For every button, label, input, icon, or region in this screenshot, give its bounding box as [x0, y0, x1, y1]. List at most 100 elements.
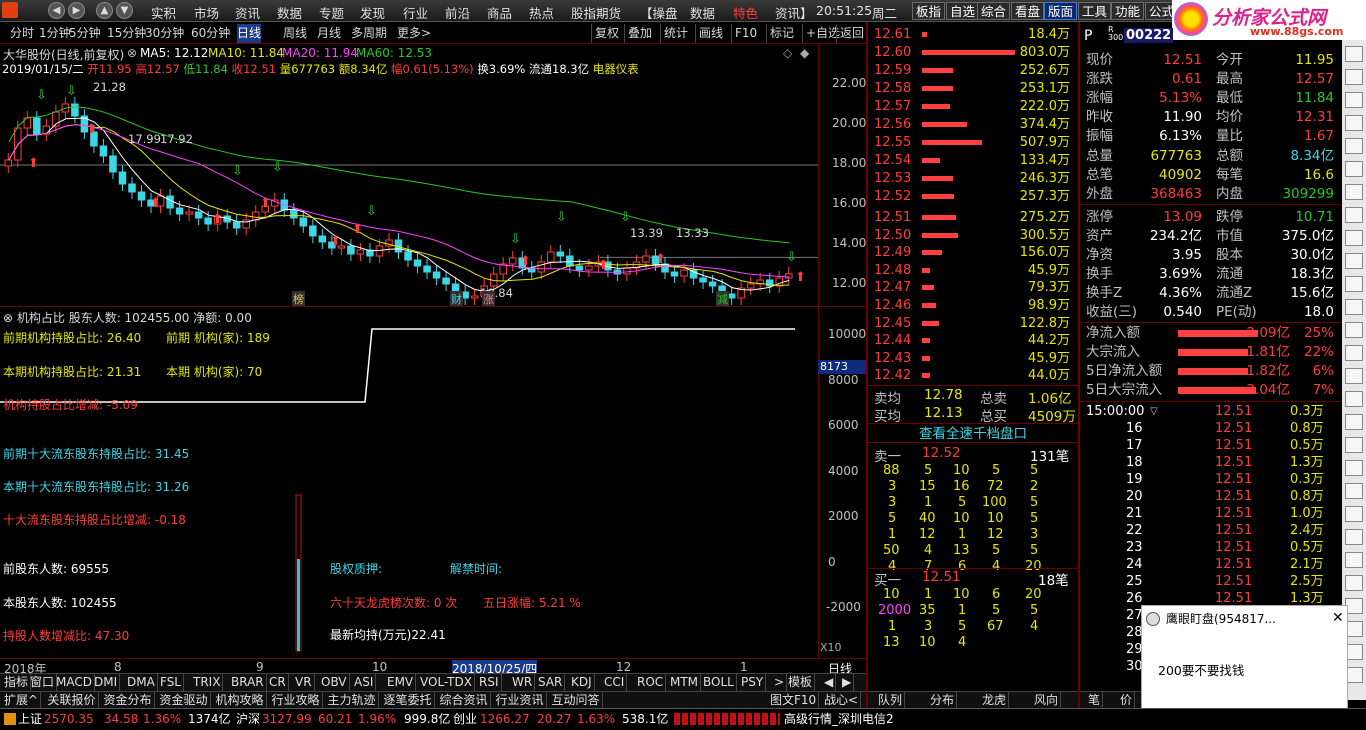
nav-item-9[interactable]: 热点	[529, 3, 554, 22]
indicator-tab-23[interactable]: >	[772, 674, 788, 691]
indicator-tab-3[interactable]: DMI	[92, 674, 121, 691]
settings-icon[interactable]	[1345, 437, 1363, 453]
book-tab-1[interactable]: 分布	[928, 692, 958, 709]
indicator-tab-5[interactable]: FSL	[158, 674, 184, 691]
indicator-tab-6[interactable]: TRIX	[191, 674, 224, 691]
indicator-tab-7[interactable]: BRAR	[229, 674, 267, 691]
bar-icon[interactable]	[1345, 115, 1363, 131]
toolbar-btn-5[interactable]: 标记	[766, 24, 794, 43]
scroll-right-icon[interactable]: ▶	[840, 674, 855, 691]
book-row-12[interactable]: 12.49 156.0万	[868, 244, 1074, 261]
indicator-tab-4[interactable]: DMA	[125, 674, 158, 691]
full-book-button[interactable]: 查看全速千档盘口	[868, 423, 1078, 443]
toolbar-btn-2[interactable]: 统计	[660, 24, 688, 43]
bottom-tab-7[interactable]: 逐笔委托	[382, 692, 435, 709]
list-icon[interactable]	[1345, 69, 1363, 85]
top-right-tab-3[interactable]: 看盘	[1011, 2, 1045, 20]
book-row-9[interactable]: 12.52 257.3万	[868, 188, 1074, 205]
nav-item-14[interactable]: 资讯】	[775, 3, 813, 22]
bottom-tab-10[interactable]: 互动问答	[550, 692, 603, 709]
bottom-tab-1[interactable]: 关联报价	[46, 692, 99, 709]
bottom-tab-0[interactable]: 扩展^	[2, 692, 42, 709]
indicator-tab-22[interactable]: PSY	[739, 674, 767, 691]
expand-icon[interactable]	[1345, 506, 1363, 522]
nav-item-1[interactable]: 市场	[194, 3, 219, 22]
nav-item-13[interactable]: 特色	[733, 3, 758, 22]
bottom-tab-2[interactable]: 资金分布	[102, 692, 155, 709]
sheet-icon[interactable]	[1345, 253, 1363, 269]
book-row-3[interactable]: 12.58 253.1万	[868, 80, 1074, 97]
book-row-1[interactable]: 12.60 803.0万	[868, 44, 1074, 61]
nav-item-6[interactable]: 行业	[403, 3, 428, 22]
indicator-tab-12[interactable]: EMV	[385, 674, 417, 691]
period-tab-1[interactable]: 1分钟	[39, 24, 71, 43]
nav-item-11[interactable]: 【操盘	[640, 3, 678, 22]
toolbar-btn-1[interactable]: 叠加	[624, 24, 652, 43]
scroll-left-icon[interactable]: ◀	[822, 674, 837, 691]
period-tab-0[interactable]: 分时	[10, 24, 34, 43]
book-tab-2[interactable]: 龙虎	[980, 692, 1010, 709]
nav-item-10[interactable]: 股指期货	[571, 3, 621, 22]
nav-item-7[interactable]: 前沿	[445, 3, 470, 22]
f10-tab[interactable]: 图文F10	[768, 692, 820, 709]
print-icon[interactable]	[1345, 552, 1363, 568]
period-tab-6[interactable]: 日线	[237, 24, 262, 43]
compare-icon[interactable]	[1345, 368, 1363, 384]
indicator-tab-21[interactable]: BOLL	[701, 674, 737, 691]
period-tab-2[interactable]: 5分钟	[69, 24, 101, 43]
event-marker-m1[interactable]: 榜	[292, 291, 305, 307]
star-icon[interactable]	[1345, 322, 1363, 338]
indicator-tab-18[interactable]: CCI	[602, 674, 628, 691]
bottom-tab-6[interactable]: 主力轨迹	[326, 692, 379, 709]
candle-icon[interactable]	[1345, 138, 1363, 154]
filter-icon[interactable]: ▽	[1150, 403, 1158, 420]
nav-item-3[interactable]: 数据	[277, 3, 302, 22]
nav-item-2[interactable]: 资讯	[235, 3, 260, 22]
indicator-tab-0[interactable]: 指标	[2, 674, 32, 691]
doc-icon[interactable]	[1345, 161, 1363, 177]
event-marker-m4[interactable]: 减	[716, 291, 729, 307]
book-tab-0[interactable]: 队列	[876, 692, 906, 709]
book-row-16[interactable]: 12.45 122.8万	[868, 315, 1074, 332]
trend-icon[interactable]	[1345, 276, 1363, 292]
zoom-icon[interactable]	[1345, 207, 1363, 223]
period-tab-7[interactable]: 周线	[283, 24, 307, 43]
nav-item-8[interactable]: 商品	[487, 3, 512, 22]
indicator-tab-20[interactable]: MTM	[668, 674, 702, 691]
link-icon[interactable]	[1345, 414, 1363, 430]
indicator-tab-19[interactable]: ROC	[635, 674, 667, 691]
book-row-10[interactable]: 12.51 275.2万	[868, 209, 1074, 226]
down-icon[interactable]: ▼	[116, 2, 133, 19]
indicator-tab-10[interactable]: OBV	[319, 674, 350, 691]
bottom-tab-9[interactable]: 行业资讯	[494, 692, 547, 709]
toolbar-btn-6[interactable]: +自选	[802, 24, 840, 43]
indicator-tab-13[interactable]: VOL-TDX	[418, 674, 475, 691]
indicator-tab-9[interactable]: VR	[293, 674, 315, 691]
nav-item-4[interactable]: 专题	[319, 3, 344, 22]
indicator-tab-16[interactable]: SAR	[536, 674, 566, 691]
period-tab-8[interactable]: 月线	[317, 24, 341, 43]
move-icon[interactable]	[1345, 345, 1363, 361]
app-icon[interactable]	[2, 2, 18, 18]
toolbar-btn-4[interactable]: F10	[731, 24, 757, 43]
f10-icon[interactable]	[1345, 184, 1363, 200]
top-right-tab-6[interactable]: 功能	[1111, 2, 1145, 20]
indicator-tab-14[interactable]: RSI	[477, 674, 502, 691]
indicator-tab-15[interactable]: WR	[510, 674, 536, 691]
period-tab-4[interactable]: 30分钟	[145, 24, 184, 43]
toolbar-btn-0[interactable]: 复权	[591, 24, 619, 43]
template-button[interactable]: 模板	[786, 674, 816, 691]
book-row-19[interactable]: 12.42 44.0万	[868, 367, 1074, 384]
book-row-13[interactable]: 12.48 45.9万	[868, 262, 1074, 279]
book-row-0[interactable]: 12.61 18.4万	[868, 26, 1074, 43]
calc-icon[interactable]	[1345, 391, 1363, 407]
rss-icon[interactable]	[1345, 299, 1363, 315]
bottom-tab-5[interactable]: 行业攻略	[270, 692, 323, 709]
bottom-tab-8[interactable]: 综合资讯	[438, 692, 491, 709]
forward-icon[interactable]: ▶	[68, 2, 85, 19]
bottom-tab-3[interactable]: 资金驱动	[158, 692, 211, 709]
info-icon[interactable]	[1345, 230, 1363, 246]
event-marker-m3[interactable]: 涨	[482, 291, 495, 307]
indicator-panel[interactable]: ⊗ 机构占比 股东人数: 102455.00 净额: 0.00 前期机构持股占比…	[0, 306, 866, 659]
toolbar-btn-3[interactable]: 画线	[695, 24, 723, 43]
